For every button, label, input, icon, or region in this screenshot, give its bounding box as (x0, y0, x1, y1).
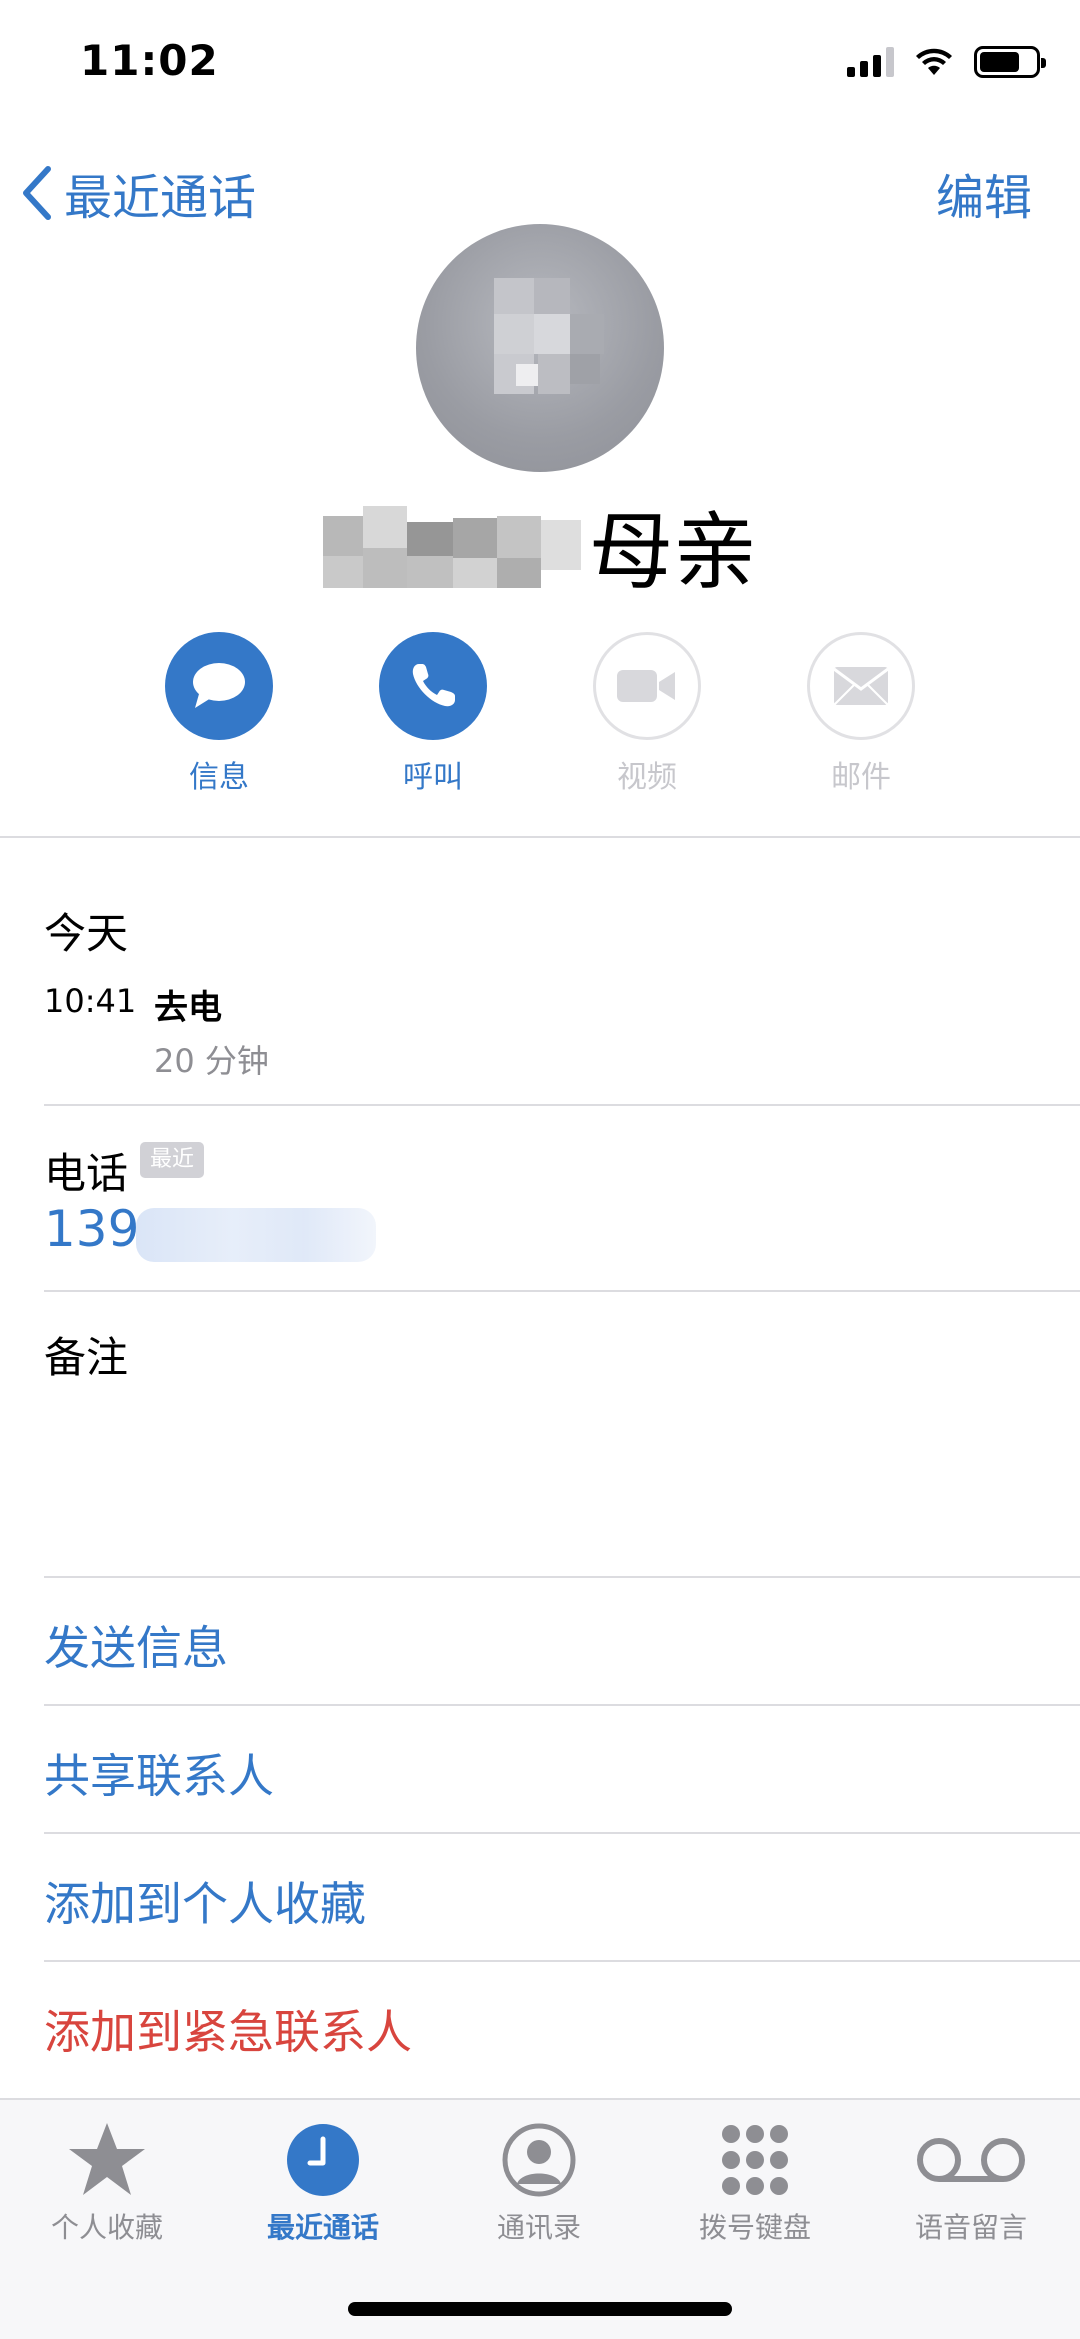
tab-contacts[interactable]: 通讯录 (454, 2120, 624, 2246)
message-action-button[interactable]: 信息 (164, 632, 274, 796)
contact-actions: 信息 呼叫 视频 邮件 (0, 632, 1080, 802)
back-button-label: 最近通话 (64, 170, 257, 226)
mail-action-circle[interactable] (807, 632, 915, 740)
video-action-button[interactable]: 视频 (592, 632, 702, 796)
mail-icon (833, 667, 889, 706)
contact-avatar (416, 224, 664, 472)
contact-name-row: 母亲 (0, 495, 1080, 601)
phone-icon (412, 664, 455, 707)
tab-recents[interactable]: 最近通话 (238, 2120, 408, 2246)
tab-contacts-label: 通讯录 (496, 2211, 581, 2244)
mail-action-label: 邮件 (831, 760, 891, 795)
phone-label: 电话 (44, 1149, 129, 1198)
clock-icon (287, 2124, 359, 2196)
notes-label[interactable]: 备注 (44, 1324, 128, 1385)
contact-name: 母亲 (588, 502, 757, 601)
tab-voicemail-label: 语音留言 (914, 2211, 1027, 2244)
phone-number[interactable]: 139 (44, 1200, 139, 1258)
recent-badge: 最近 (140, 1142, 205, 1178)
status-time: 11:02 (80, 36, 219, 85)
home-indicator[interactable] (348, 2302, 732, 2316)
keypad-icon (722, 2125, 788, 2195)
back-button[interactable]: 最近通话 (22, 158, 256, 228)
video-action-label: 视频 (617, 760, 677, 795)
tab-favorites[interactable]: 个人收藏 (22, 2120, 192, 2246)
mail-action-button[interactable]: 邮件 (806, 632, 916, 796)
share-contact-link[interactable]: 共享联系人 (44, 1740, 274, 1806)
call-action-button[interactable]: 呼叫 (378, 632, 488, 796)
tab-recents-label: 最近通话 (266, 2211, 379, 2244)
status-bar: 11:02 (0, 0, 1080, 120)
video-action-circle[interactable] (593, 632, 701, 740)
wifi-icon (916, 48, 952, 75)
voicemail-icon (917, 2138, 1025, 2182)
call-log-day: 今天 (44, 909, 129, 958)
tab-keypad[interactable]: 拨号键盘 (670, 2120, 840, 2246)
contacts-icon (502, 2123, 576, 2197)
tab-favorites-label: 个人收藏 (50, 2211, 163, 2244)
phone-number-redacted (136, 1208, 376, 1262)
navigation-bar: 最近通话 编辑 (0, 150, 1080, 230)
add-to-favorites-link[interactable]: 添加到个人收藏 (44, 1868, 366, 1934)
star-icon (69, 2123, 145, 2195)
name-redacted-mosaic (322, 502, 581, 588)
cellular-signal-icon (847, 47, 894, 77)
link-divider (44, 1832, 1080, 1834)
message-action-circle[interactable] (165, 632, 273, 740)
link-divider (44, 1960, 1080, 1962)
send-message-link[interactable]: 发送信息 (44, 1612, 228, 1678)
tab-keypad-label: 拨号键盘 (698, 2211, 811, 2244)
message-action-label: 信息 (189, 760, 249, 795)
call-action-circle[interactable] (379, 632, 487, 740)
link-divider (44, 1704, 1080, 1706)
call-action-label: 呼叫 (403, 760, 463, 795)
call-log-type: 去电 (154, 988, 222, 1028)
message-icon (193, 663, 245, 708)
notes-divider (44, 1576, 1080, 1578)
video-icon (617, 670, 675, 702)
header-divider (0, 836, 1080, 838)
phone-divider (44, 1290, 1080, 1292)
edit-button[interactable]: 编辑 (936, 158, 1032, 228)
battery-icon (974, 46, 1046, 78)
tab-voicemail[interactable]: 语音留言 (886, 2120, 1056, 2246)
status-icons (847, 46, 1046, 78)
call-log-divider (44, 1104, 1080, 1106)
chevron-left-icon (23, 166, 51, 220)
avatar-mosaic (494, 278, 604, 408)
add-emergency-contact-link[interactable]: 添加到紧急联系人 (44, 1996, 412, 2062)
call-log-time: 10:41 (44, 982, 137, 1020)
call-log-duration: 20 分钟 (154, 1042, 269, 1080)
